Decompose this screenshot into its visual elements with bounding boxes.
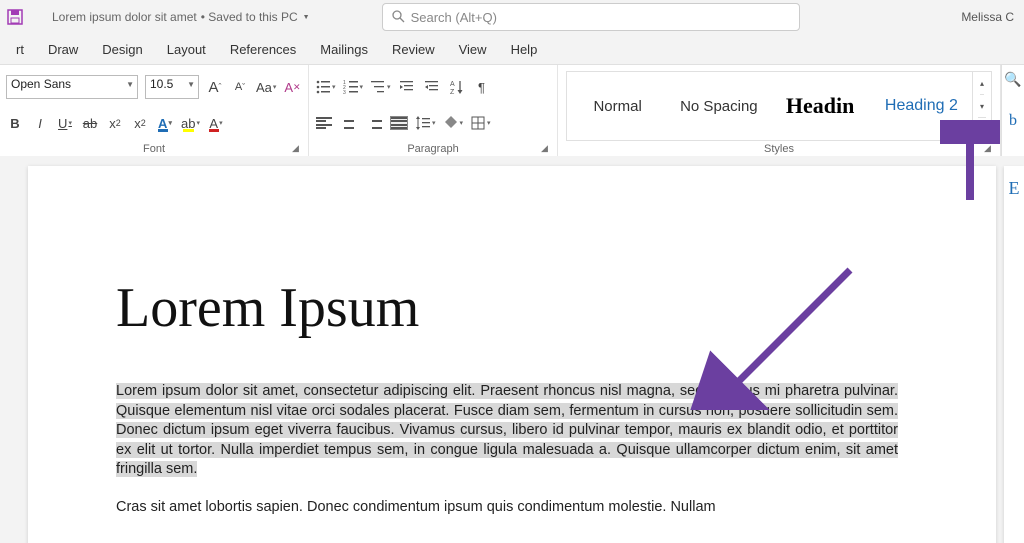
page[interactable]: Lorem Ipsum Lorem ipsum dolor sit amet, … xyxy=(28,166,996,543)
font-dialog-launcher[interactable]: ◢ xyxy=(292,143,304,155)
superscript-button[interactable]: x2 xyxy=(131,113,149,133)
grow-font-button[interactable]: Aˆ xyxy=(206,77,224,97)
group-paragraph: ▾ 123▾ ▾ AZ ¶ ▾ ▾ ▾ Paragraph ◢ xyxy=(309,65,558,157)
underline-button[interactable]: U▾ xyxy=(56,113,74,133)
gallery-scroll-down[interactable]: ▾ xyxy=(980,94,984,117)
font-color-button[interactable]: A▾ xyxy=(207,113,225,133)
editing-group-sliver: 🔍 b ↖ xyxy=(1001,65,1024,157)
align-left-button[interactable] xyxy=(315,113,333,133)
group-font: Open Sans ▼ 10.5 ▼ Aˆ Aˇ Aa▾ A✕ B I U▾ a… xyxy=(0,65,309,157)
paragraph-2[interactable]: Cras sit amet lobortis sapien. Donec con… xyxy=(116,498,898,518)
bullets-button[interactable]: ▾ xyxy=(315,77,336,97)
font-name-combo[interactable]: Open Sans ▼ xyxy=(6,75,138,99)
group-styles: Normal No Spacing Headin Heading 2 ▴ ▾ ▼… xyxy=(558,65,1001,157)
align-right-button[interactable] xyxy=(365,113,383,133)
ribbon: Open Sans ▼ 10.5 ▼ Aˆ Aˇ Aa▾ A✕ B I U▾ a… xyxy=(0,64,1024,158)
numbering-button[interactable]: 123▾ xyxy=(343,77,364,97)
paragraph-dialog-launcher[interactable]: ◢ xyxy=(541,143,553,155)
shading-button[interactable]: ▾ xyxy=(443,113,464,133)
document-save-state: • Saved to this PC xyxy=(201,10,298,24)
gallery-expand[interactable]: ▼ xyxy=(978,117,986,140)
find-icon[interactable]: 🔍 xyxy=(1004,71,1021,88)
chevron-down-icon[interactable]: ▼ xyxy=(303,14,310,21)
font-size-combo[interactable]: 10.5 ▼ xyxy=(145,75,199,99)
tab-insert-partial[interactable]: rt xyxy=(4,42,36,57)
style-normal[interactable]: Normal xyxy=(567,98,668,115)
tab-mailings[interactable]: Mailings xyxy=(308,42,380,57)
tab-view[interactable]: View xyxy=(447,42,499,57)
style-heading-1[interactable]: Headin xyxy=(770,93,871,119)
multilevel-list-button[interactable]: ▾ xyxy=(370,77,391,97)
styles-gallery: Normal No Spacing Headin Heading 2 ▴ ▾ ▼ xyxy=(566,71,992,141)
title-bar: Lorem ipsum dolor sit amet • Saved to th… xyxy=(0,0,1024,34)
group-label-font: Font xyxy=(6,141,302,157)
document-heading[interactable]: Lorem Ipsum xyxy=(116,276,996,340)
justify-button[interactable] xyxy=(390,113,408,133)
svg-text:A: A xyxy=(450,81,455,88)
italic-button[interactable]: I xyxy=(31,113,49,133)
tab-draw[interactable]: Draw xyxy=(36,42,90,57)
styles-dialog-launcher[interactable]: ◢ xyxy=(984,143,996,155)
styles-gallery-controls: ▴ ▾ ▼ xyxy=(972,72,991,140)
search-placeholder: Search (Alt+Q) xyxy=(411,10,497,25)
borders-button[interactable]: ▾ xyxy=(470,113,491,133)
group-label-styles: Styles xyxy=(564,141,994,157)
gallery-scroll-up[interactable]: ▴ xyxy=(980,72,984,94)
show-marks-button[interactable]: ¶ xyxy=(473,77,491,97)
style-no-spacing[interactable]: No Spacing xyxy=(668,98,769,115)
font-name-value: Open Sans xyxy=(11,77,71,91)
user-name[interactable]: Melissa C xyxy=(961,10,1018,24)
subscript-button[interactable]: x2 xyxy=(106,113,124,133)
chevron-down-icon[interactable]: ▼ xyxy=(126,80,134,89)
strikethrough-button[interactable]: ab xyxy=(81,113,99,133)
align-center-button[interactable] xyxy=(340,113,358,133)
selected-text[interactable]: Lorem ipsum dolor sit amet, consectetur … xyxy=(116,383,898,477)
tab-references[interactable]: References xyxy=(218,42,308,57)
document-title[interactable]: Lorem ipsum dolor sit amet • Saved to th… xyxy=(52,10,310,24)
change-case-button[interactable]: Aa▾ xyxy=(256,77,276,97)
replace-icon[interactable]: b xyxy=(1009,112,1017,130)
shrink-font-button[interactable]: Aˇ xyxy=(231,77,249,97)
bold-button[interactable]: B xyxy=(6,113,24,133)
font-size-value: 10.5 xyxy=(150,77,173,91)
increase-indent-button[interactable] xyxy=(423,77,441,97)
tab-design[interactable]: Design xyxy=(90,42,154,57)
search-input[interactable]: Search (Alt+Q) xyxy=(382,3,800,31)
text-effects-button[interactable]: A▾ xyxy=(156,113,174,133)
group-label-paragraph: Paragraph xyxy=(315,141,551,157)
save-icon[interactable] xyxy=(6,8,24,26)
decrease-indent-button[interactable] xyxy=(398,77,416,97)
tab-review[interactable]: Review xyxy=(380,42,447,57)
highlight-button[interactable]: ab▾ xyxy=(181,113,200,133)
side-pane-letter: E xyxy=(1009,178,1020,543)
line-spacing-button[interactable]: ▾ xyxy=(415,113,436,133)
document-canvas[interactable]: Lorem Ipsum Lorem ipsum dolor sit amet, … xyxy=(0,156,1024,543)
sort-button[interactable]: AZ xyxy=(448,77,466,97)
style-heading-2[interactable]: Heading 2 xyxy=(871,97,972,115)
svg-text:3: 3 xyxy=(343,90,346,95)
document-name: Lorem ipsum dolor sit amet xyxy=(52,10,197,24)
search-icon xyxy=(391,9,405,26)
ribbon-tabs: rt Draw Design Layout References Mailing… xyxy=(0,34,1024,64)
tab-layout[interactable]: Layout xyxy=(155,42,218,57)
tab-help[interactable]: Help xyxy=(499,42,550,57)
side-pane-sliver: E xyxy=(1004,166,1024,543)
svg-text:Z: Z xyxy=(450,89,455,95)
chevron-down-icon[interactable]: ▼ xyxy=(187,80,195,89)
clear-formatting-button[interactable]: A✕ xyxy=(283,77,301,97)
